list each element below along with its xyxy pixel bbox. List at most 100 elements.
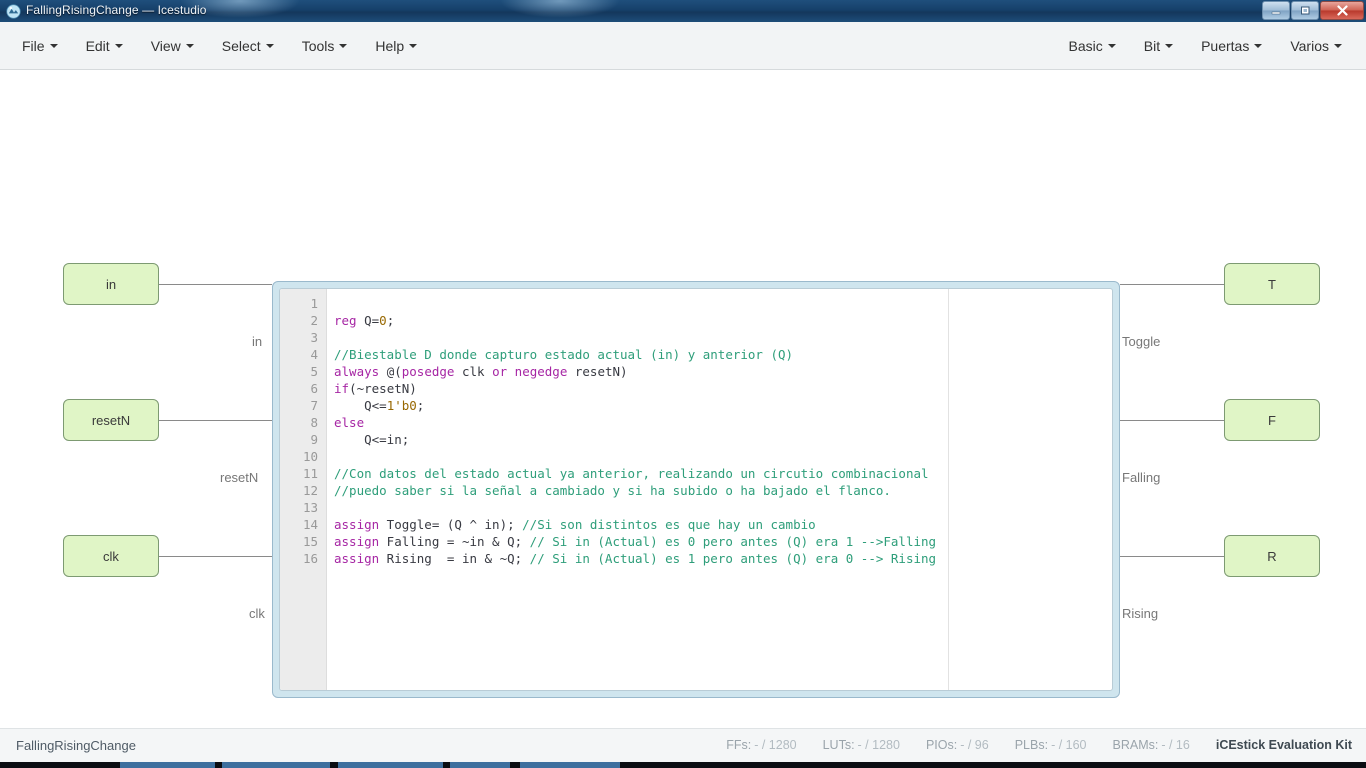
output-block-f-label: F [1268, 412, 1276, 428]
os-taskbar[interactable] [0, 762, 1366, 768]
menu-file[interactable]: File [8, 32, 72, 60]
wire-toggle [1120, 284, 1224, 285]
code-line-number: 15 [302, 534, 318, 549]
chevron-down-icon [339, 43, 348, 48]
code-line: Q<=1'b0; [334, 397, 1112, 414]
menu-tools[interactable]: Tools [288, 32, 362, 60]
code-token: resetN) [567, 364, 628, 379]
code-line-number: 2 [310, 313, 318, 328]
stat-ffs-value: - / 1280 [754, 738, 797, 752]
menu-bit[interactable]: Bit [1130, 32, 1187, 60]
titlebar-glow-right [500, 0, 620, 18]
code-token: assign [334, 534, 380, 549]
taskbar-item[interactable] [120, 762, 215, 768]
menu-puertas-label: Puertas [1201, 37, 1250, 54]
input-block-clk-label: clk [103, 548, 119, 564]
stat-pios-value: - / 96 [960, 738, 989, 752]
code-line: always @(posedge clk or negedge resetN) [334, 363, 1112, 380]
close-icon [1336, 5, 1348, 16]
code-token: //puedo saber si la señal a cambiado y s… [334, 483, 891, 498]
code-token: else [334, 415, 365, 430]
taskbar-item[interactable] [222, 762, 330, 768]
schematic-canvas[interactable]: in in resetN resetN clk clk Toggle T Fal… [0, 70, 1366, 728]
stat-pios: PIOs: - / 96 [926, 738, 989, 752]
menu-help-label: Help [375, 37, 405, 54]
window-titlebar: FallingRisingChange — Icestudio [0, 0, 1366, 22]
code-token: Toggle= (Q ^ in); [379, 517, 523, 532]
input-block-clk[interactable]: clk [63, 535, 159, 577]
menu-bit-label: Bit [1143, 37, 1161, 54]
window-title: FallingRisingChange — Icestudio [26, 3, 207, 17]
code-line: assign Toggle= (Q ^ in); //Si son distin… [334, 516, 1112, 533]
wire-rising [1120, 556, 1224, 557]
code-line: assign Falling = ~in & Q; // Si in (Actu… [334, 533, 1112, 550]
code-token: 0 [379, 313, 387, 328]
code-token: clk [454, 364, 493, 379]
code-token: Q<= [334, 398, 387, 413]
code-token: posedge [401, 364, 455, 379]
code-line-number: 8 [310, 415, 318, 430]
stat-brams: BRAMs: - / 16 [1113, 738, 1190, 752]
code-token: reg [334, 313, 365, 328]
menu-basic[interactable]: Basic [1055, 32, 1130, 60]
icestudio-window: FallingRisingChange — Icestudio File Edi… [0, 0, 1366, 768]
statusbar-board-name: iCEstick Evaluation Kit [1215, 738, 1352, 752]
menu-select-label: Select [221, 37, 261, 54]
code-token: if [334, 381, 350, 396]
code-token: ; [386, 313, 395, 328]
code-line-number: 9 [310, 432, 318, 447]
stat-luts-value: - / 1280 [857, 738, 900, 752]
taskbar-item[interactable] [338, 762, 443, 768]
output-block-f[interactable]: F [1224, 399, 1320, 441]
maximize-button[interactable] [1291, 1, 1319, 20]
minimize-button[interactable] [1262, 1, 1290, 20]
code-token: //Si son distintos es que hay un cambio [522, 517, 816, 532]
close-button[interactable] [1320, 1, 1364, 20]
minimize-icon [1271, 11, 1281, 14]
menu-varios[interactable]: Varios [1276, 32, 1356, 60]
verilog-code-block[interactable]: 1 2 3 4 5 6 7 8 9 10 11 12 13 14 15 16 reg Q=0; //Biest… [272, 281, 1120, 698]
taskbar-item[interactable] [520, 762, 620, 768]
code-line: //Biestable D donde capturo estado actua… [334, 346, 1112, 363]
code-token: negedge [514, 364, 568, 379]
code-token: always [334, 364, 387, 379]
output-block-r[interactable]: R [1224, 535, 1320, 577]
code-line: //puedo saber si la señal a cambiado y s… [334, 482, 1112, 499]
code-line: assign Rising = in & ~Q; // Si in (Actua… [334, 550, 1112, 567]
code-line-number: 4 [310, 347, 318, 362]
code-line-number: 12 [302, 483, 318, 498]
code-editor[interactable]: 1 2 3 4 5 6 7 8 9 10 11 12 13 14 15 16 reg Q=0; //Biest… [279, 288, 1113, 691]
taskbar-item[interactable] [450, 762, 510, 768]
output-block-t[interactable]: T [1224, 263, 1320, 305]
chevron-down-icon [1107, 43, 1116, 48]
menubar-left-group: File Edit View Select Tools Help [8, 22, 431, 69]
input-block-in[interactable]: in [63, 263, 159, 305]
code-line-number: 14 [302, 517, 318, 532]
menu-select[interactable]: Select [208, 32, 288, 60]
icestudio-logo-icon [6, 4, 21, 19]
menu-view[interactable]: View [137, 32, 208, 60]
code-token: (~resetN) [349, 381, 417, 396]
chevron-down-icon [265, 43, 274, 48]
statusbar-resources: FFs: - / 1280 LUTs: - / 1280 PIOs: - / 96 P… [726, 738, 1352, 752]
menu-edit-label: Edit [85, 37, 110, 54]
code-line: else [334, 414, 1112, 431]
code-token: Q<=in; [334, 432, 410, 447]
input-block-resetn[interactable]: resetN [63, 399, 159, 441]
code-line-number: 3 [310, 330, 318, 345]
code-line-number: 6 [310, 381, 318, 396]
code-text-area[interactable]: reg Q=0; //Biestable D donde capturo est… [328, 289, 1112, 690]
stat-ffs-label: FFs: [726, 738, 752, 752]
menu-tools-label: Tools [301, 37, 335, 54]
menu-puertas[interactable]: Puertas [1187, 32, 1276, 60]
menu-help[interactable]: Help [361, 32, 431, 60]
chevron-down-icon [1254, 43, 1263, 48]
code-line-number: 13 [302, 500, 318, 515]
statusbar-project-name: FallingRisingChange [16, 738, 136, 753]
code-token: //Biestable D donde capturo estado actua… [334, 347, 794, 362]
code-token: Rising = in & ~Q; [379, 551, 530, 566]
menu-edit[interactable]: Edit [72, 32, 137, 60]
stat-pios-label: PIOs: [925, 738, 958, 752]
code-line-number: 1 [310, 296, 318, 311]
